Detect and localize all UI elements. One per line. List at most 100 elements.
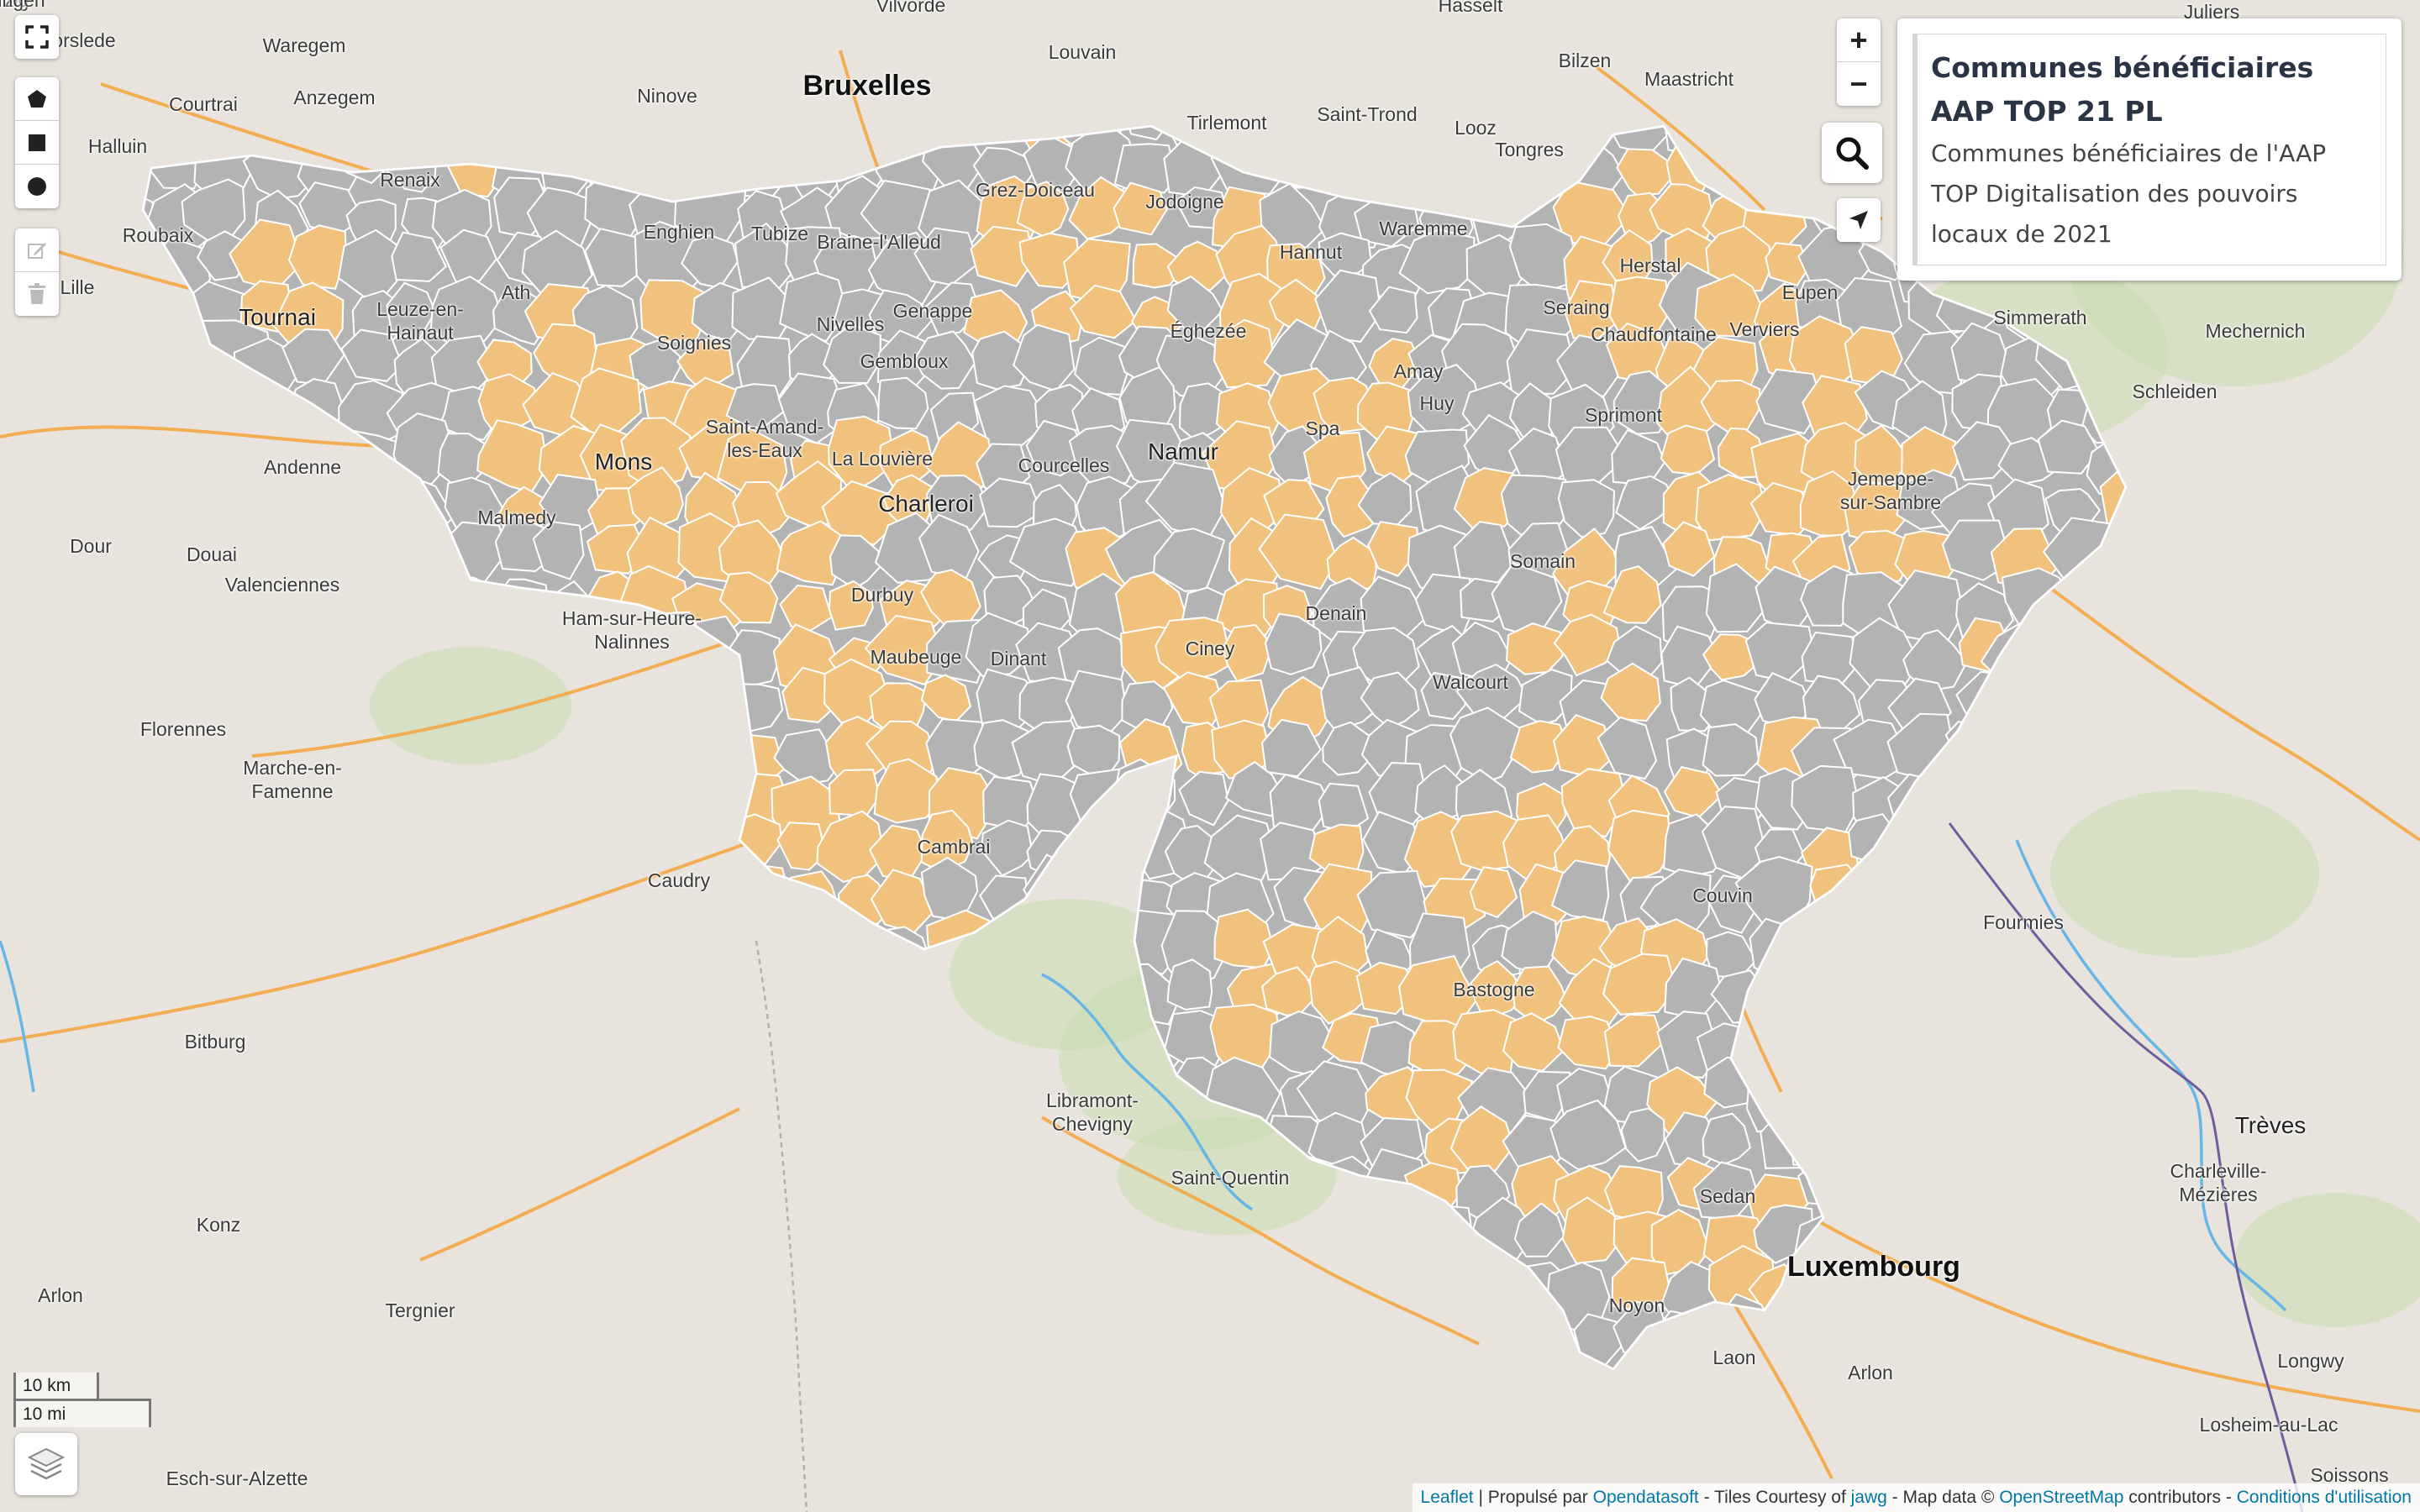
commune-other[interactable]	[2090, 1247, 2156, 1312]
commune-other[interactable]	[345, 979, 394, 1027]
commune-other[interactable]	[622, 864, 684, 928]
commune-other[interactable]	[628, 764, 697, 825]
commune-other[interactable]	[1849, 871, 1926, 934]
commune-other[interactable]	[1848, 973, 1896, 1026]
commune-other[interactable]	[1760, 1109, 1816, 1169]
search-control[interactable]	[1822, 123, 1882, 183]
commune-other[interactable]	[641, 719, 694, 779]
commune-other[interactable]	[1028, 1158, 1085, 1205]
edit-icon[interactable]	[15, 228, 59, 272]
rectangle-icon[interactable]	[15, 121, 59, 165]
commune-other[interactable]	[870, 1004, 937, 1067]
commune-beneficiary[interactable]	[858, 958, 939, 1036]
commune-other[interactable]	[429, 766, 497, 829]
commune-other[interactable]	[1360, 1262, 1432, 1331]
commune-other[interactable]	[1991, 1208, 2046, 1258]
commune-other[interactable]	[639, 127, 697, 187]
commune-other[interactable]	[477, 1146, 546, 1212]
commune-beneficiary[interactable]	[245, 1007, 313, 1066]
commune-other[interactable]	[1273, 125, 1336, 189]
commune-other[interactable]	[1852, 1158, 1907, 1211]
commune-other[interactable]	[388, 764, 450, 820]
commune-other[interactable]	[277, 428, 345, 483]
commune-other[interactable]	[882, 1250, 940, 1313]
commune-other[interactable]	[397, 809, 455, 864]
commune-other[interactable]	[2085, 666, 2149, 729]
commune-other[interactable]	[186, 861, 253, 921]
commune-other[interactable]	[966, 1064, 1036, 1133]
commune-other[interactable]	[689, 102, 741, 150]
commune-other[interactable]	[489, 969, 555, 1033]
commune-other[interactable]	[237, 1320, 295, 1375]
commune-other[interactable]	[1949, 1064, 2018, 1126]
commune-other[interactable]	[98, 820, 155, 879]
commune-other[interactable]	[1891, 802, 1975, 884]
draw-toolbar[interactable]	[15, 77, 59, 208]
commune-other[interactable]	[640, 1166, 702, 1227]
commune-other[interactable]	[1221, 1312, 1279, 1365]
commune-other[interactable]	[581, 916, 631, 972]
commune-other[interactable]	[1898, 1021, 1949, 1066]
commune-other[interactable]	[731, 1000, 795, 1067]
commune-other[interactable]	[239, 770, 315, 842]
commune-other[interactable]	[1745, 76, 1810, 155]
commune-other[interactable]	[1892, 1314, 1956, 1372]
commune-other[interactable]	[1797, 1002, 1864, 1068]
circle-icon[interactable]	[15, 165, 59, 208]
commune-other[interactable]	[494, 1202, 544, 1257]
zoom-control[interactable]: + −	[1837, 18, 1881, 106]
commune-other[interactable]	[1944, 721, 1997, 773]
commune-other[interactable]	[981, 1208, 1036, 1263]
commune-other[interactable]	[627, 1022, 691, 1079]
commune-other[interactable]	[1938, 823, 2002, 882]
commune-other[interactable]	[441, 1019, 503, 1086]
commune-other[interactable]	[908, 1009, 983, 1079]
commune-other[interactable]	[778, 1063, 844, 1114]
commune-other[interactable]	[147, 1148, 216, 1215]
commune-other[interactable]	[337, 1251, 392, 1309]
locate-control[interactable]	[1837, 198, 1881, 242]
commune-other[interactable]	[626, 916, 697, 979]
commune-other[interactable]	[136, 825, 208, 893]
commune-other[interactable]	[2037, 1011, 2114, 1071]
commune-other[interactable]	[813, 1303, 890, 1365]
commune-other[interactable]	[95, 1215, 164, 1273]
commune-other[interactable]	[1939, 905, 2007, 972]
commune-other[interactable]	[881, 1163, 946, 1224]
terms-link[interactable]: Conditions d'utilisation	[2237, 1488, 2412, 1507]
commune-other[interactable]	[589, 1016, 650, 1073]
commune-other[interactable]	[2003, 1100, 2070, 1163]
commune-other[interactable]	[1069, 768, 1141, 848]
commune-other[interactable]	[287, 1059, 339, 1112]
commune-other[interactable]	[1314, 87, 1382, 149]
commune-other[interactable]	[294, 915, 356, 975]
commune-other[interactable]	[190, 679, 250, 732]
commune-other[interactable]	[686, 875, 740, 932]
commune-other[interactable]	[334, 758, 402, 827]
commune-other[interactable]	[1273, 100, 1323, 152]
commune-other[interactable]	[1957, 1215, 2009, 1274]
commune-other[interactable]	[1460, 85, 1528, 151]
commune-other[interactable]	[143, 281, 195, 333]
commune-other[interactable]	[1956, 876, 2018, 940]
commune-other[interactable]	[236, 467, 289, 529]
commune-other[interactable]	[968, 1102, 1040, 1176]
commune-other[interactable]	[634, 1253, 685, 1310]
commune-other[interactable]	[1076, 814, 1131, 871]
commune-beneficiary[interactable]	[586, 1203, 652, 1273]
commune-other[interactable]	[640, 1214, 699, 1278]
commune-other[interactable]	[1412, 1255, 1476, 1320]
commune-other[interactable]	[228, 655, 302, 732]
commune-other[interactable]	[679, 732, 740, 790]
commune-other[interactable]	[157, 1306, 218, 1366]
commune-other[interactable]	[246, 564, 307, 642]
commune-other[interactable]	[141, 474, 197, 530]
fullscreen-icon[interactable]	[15, 15, 59, 59]
commune-other[interactable]	[584, 958, 645, 1015]
commune-other[interactable]	[1370, 1217, 1423, 1268]
leaflet-link[interactable]: Leaflet	[1421, 1488, 1474, 1507]
commune-other[interactable]	[246, 864, 297, 916]
commune-other[interactable]	[2086, 1046, 2151, 1110]
commune-other[interactable]	[435, 975, 492, 1031]
commune-other[interactable]	[815, 1009, 887, 1070]
